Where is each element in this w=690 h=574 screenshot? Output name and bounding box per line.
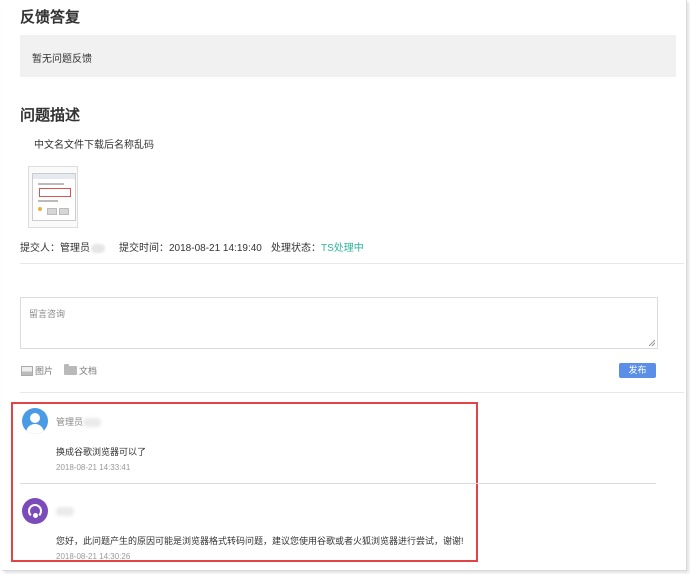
resize-handle[interactable] (649, 340, 655, 346)
section-divider (20, 263, 684, 264)
message-placeholder: 留言咨询 (29, 309, 66, 319)
feedback-reply-box: 暂无问题反馈 (20, 35, 676, 77)
comment-time: 2018-08-21 14:30:26 (56, 552, 131, 561)
comment-author (56, 506, 74, 517)
folder-icon (64, 364, 77, 375)
insert-image-button[interactable]: 图片 (21, 364, 53, 377)
description-section-title: 问题描述 (20, 107, 81, 124)
comment-divider (20, 483, 656, 484)
status-label: 处理状态： (271, 243, 321, 254)
submitter-name: 管理员 (60, 243, 90, 254)
description-text: 中文名文件下载后名称乱码 (34, 140, 154, 151)
comment-author: 管理员 (56, 415, 102, 428)
comment-time: 2018-08-21 14:33:41 (56, 463, 131, 472)
submit-time-label: 提交时间： (119, 243, 169, 254)
feedback-section-title: 反馈答复 (20, 9, 81, 26)
comment-text: 您好，此问题产生的原因可能是浏览器格式转码问题，建议您使用谷歌或者火狐浏览器进行… (56, 536, 464, 546)
thumbnail-dialog-image (32, 173, 76, 221)
compose-divider (20, 392, 684, 393)
image-icon (21, 365, 33, 376)
submit-time-value: 2018-08-21 14:19:40 (169, 243, 262, 254)
comment-text: 换成谷歌浏览器可以了 (56, 447, 147, 457)
feedback-empty-text: 暂无问题反馈 (32, 54, 92, 65)
avatar (22, 498, 48, 524)
insert-document-label: 文档 (79, 366, 98, 376)
publish-button[interactable]: 发布 (619, 363, 656, 378)
submitter-info: 提交人：管理员 (20, 239, 105, 254)
redacted-name (91, 243, 105, 253)
status-info: 处理状态：TS处理中 (271, 239, 364, 254)
submitter-label: 提交人： (20, 243, 60, 254)
comment-author-name: 管理员 (56, 417, 84, 427)
user-icon (30, 413, 40, 423)
submit-time-info: 提交时间：2018-08-21 14:19:40 (119, 239, 262, 254)
redacted-name (56, 507, 74, 517)
insert-image-label: 图片 (35, 366, 54, 376)
message-textarea[interactable]: 留言咨询 (20, 297, 658, 349)
attachment-thumbnail[interactable] (28, 166, 78, 228)
insert-document-button[interactable]: 文档 (64, 364, 97, 377)
redacted-name (83, 418, 102, 428)
avatar (22, 408, 48, 434)
status-badge: TS处理中 (321, 243, 364, 254)
